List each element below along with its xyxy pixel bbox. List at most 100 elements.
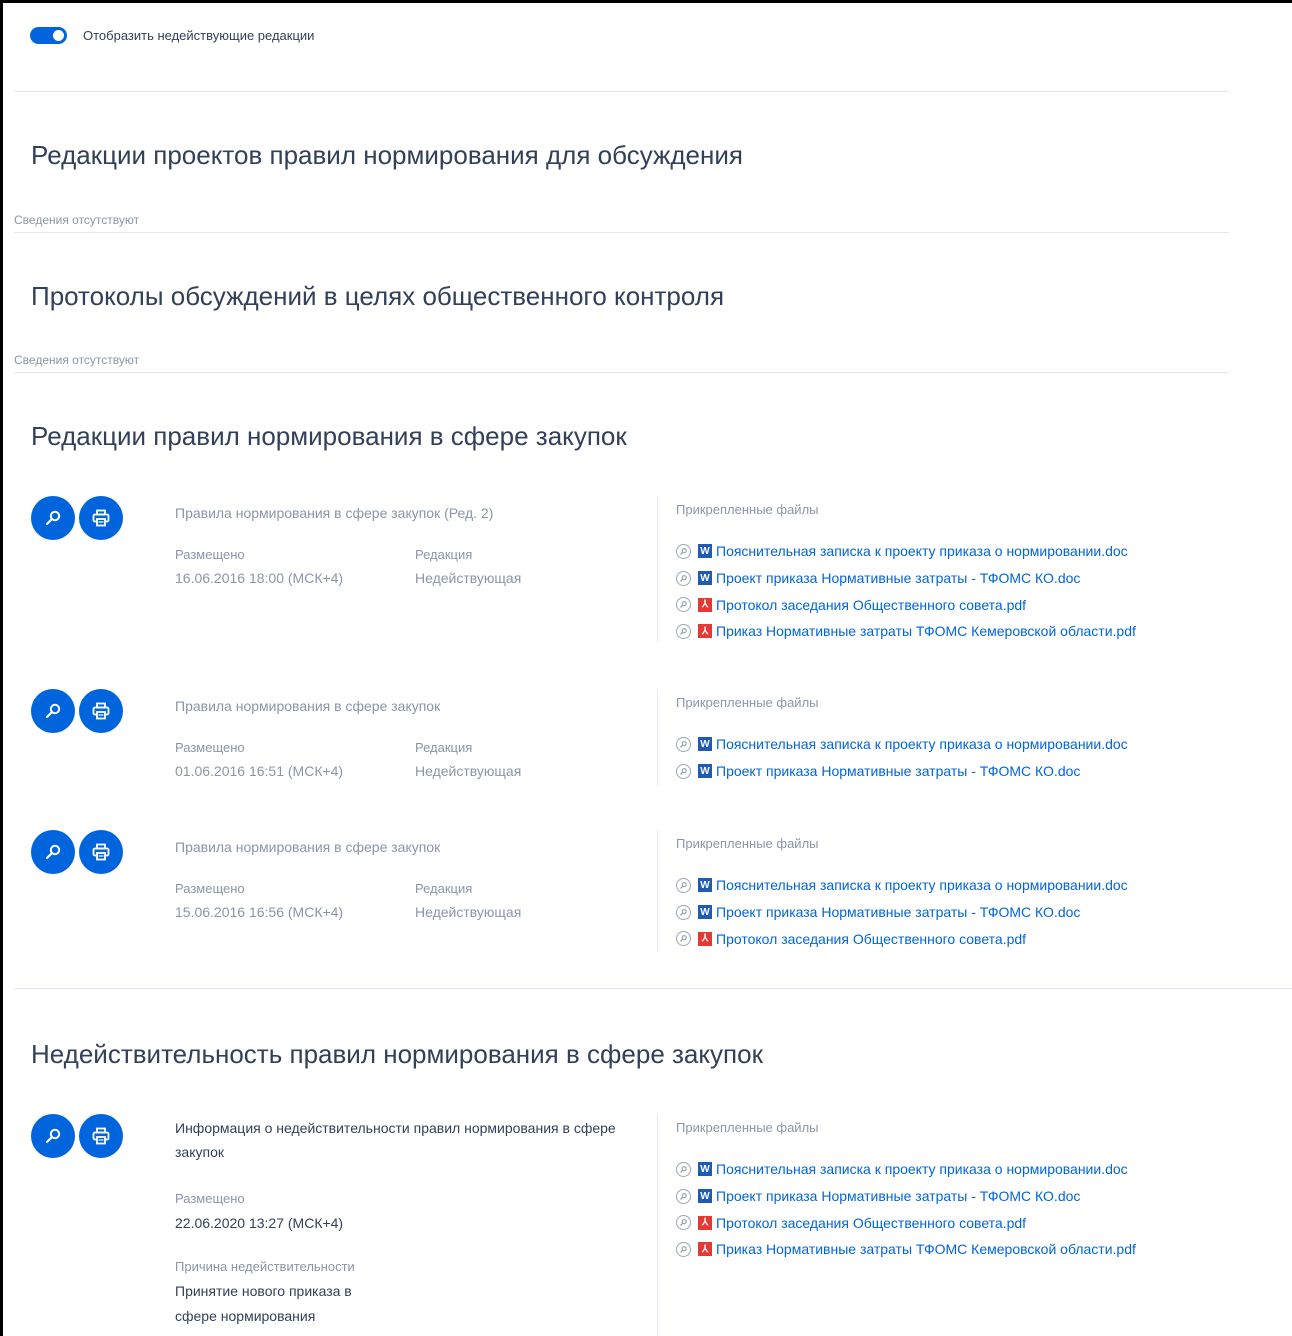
file-item: W Проект приказа Нормативные затраты - Т… bbox=[676, 758, 1128, 785]
signature-check-icon[interactable] bbox=[676, 1188, 691, 1204]
file-item: W Проект приказа Нормативные затраты - Т… bbox=[676, 565, 1136, 592]
file-item: W Проект приказа Нормативные затраты - Т… bbox=[676, 1183, 1136, 1210]
print-button[interactable] bbox=[79, 689, 123, 733]
signature-check-icon[interactable] bbox=[676, 543, 691, 559]
file-item: ⅄ Приказ Нормативные затраты ТФОМС Кемер… bbox=[676, 1236, 1136, 1263]
file-link[interactable]: Протокол заседания Общественного совета.… bbox=[716, 1215, 1026, 1231]
file-link[interactable]: Приказ Нормативные затраты ТФОМС Кемеров… bbox=[716, 1241, 1136, 1257]
pdf-file-icon: ⅄ bbox=[698, 624, 712, 639]
word-file-icon: W bbox=[698, 764, 712, 779]
signature-check-icon[interactable] bbox=[676, 931, 691, 947]
divider bbox=[14, 988, 1292, 989]
posted-value: 16.06.2016 18:00 (МСК+4) bbox=[175, 570, 344, 586]
printer-icon bbox=[92, 509, 110, 527]
file-item: ⅄ Протокол заседания Общественного совет… bbox=[676, 925, 1128, 952]
file-link[interactable]: Пояснительная записка к проекту приказа … bbox=[716, 1161, 1128, 1177]
file-item: W Пояснительная записка к проекту приказ… bbox=[676, 1156, 1136, 1183]
signature-check-icon[interactable] bbox=[676, 1161, 691, 1177]
view-button[interactable] bbox=[31, 496, 75, 540]
word-file-icon: W bbox=[698, 1162, 712, 1177]
file-link[interactable]: Проект приказа Нормативные затраты - ТФО… bbox=[716, 763, 1080, 779]
toggle-knob bbox=[53, 30, 64, 41]
word-file-icon: W bbox=[698, 544, 712, 559]
word-file-icon: W bbox=[698, 1189, 712, 1204]
printer-icon bbox=[92, 1127, 110, 1145]
show-inactive-toggle-row: Отобразить недействующие редакции bbox=[30, 27, 314, 44]
reason-label: Причина недействительности bbox=[175, 1259, 355, 1274]
word-file-icon: W bbox=[698, 905, 712, 920]
view-button[interactable] bbox=[31, 830, 75, 874]
section-title-drafts: Редакции проектов правил нормирования дл… bbox=[31, 140, 743, 170]
signature-check-icon[interactable] bbox=[676, 1215, 691, 1231]
edition-value: Недействующая bbox=[415, 904, 522, 920]
empty-note-drafts: Сведения отсутствуют bbox=[14, 213, 140, 227]
file-link[interactable]: Проект приказа Нормативные затраты - ТФО… bbox=[716, 570, 1080, 586]
word-file-icon: W bbox=[698, 878, 712, 893]
attached-files-label: Прикрепленные файлы bbox=[676, 836, 819, 851]
pdf-file-icon: ⅄ bbox=[698, 1215, 712, 1230]
signature-check-icon[interactable] bbox=[676, 904, 691, 920]
view-button[interactable] bbox=[31, 1114, 75, 1158]
signature-check-icon[interactable] bbox=[676, 763, 691, 779]
record-title: Правила нормирования в сфере закупок bbox=[175, 698, 441, 714]
edition-value: Недействующая bbox=[415, 570, 522, 586]
printer-icon bbox=[92, 843, 110, 861]
edition-value: Недействующая bbox=[415, 763, 522, 779]
show-inactive-toggle[interactable] bbox=[30, 27, 67, 44]
attached-files-label: Прикрепленные файлы bbox=[676, 502, 819, 517]
record-title: Информация о недействительности правил н… bbox=[175, 1120, 616, 1160]
attached-files-label: Прикрепленные файлы bbox=[676, 1120, 819, 1135]
divider bbox=[14, 372, 1229, 373]
file-link[interactable]: Протокол заседания Общественного совета.… bbox=[716, 931, 1026, 947]
vertical-divider bbox=[657, 689, 658, 786]
file-item: ⅄ Протокол заседания Общественного совет… bbox=[676, 1209, 1136, 1236]
word-file-icon: W bbox=[698, 571, 712, 586]
signature-check-icon[interactable] bbox=[676, 597, 691, 613]
pdf-file-icon: ⅄ bbox=[698, 931, 712, 946]
vertical-divider bbox=[657, 1114, 658, 1336]
posted-value: 22.06.2020 13:27 (МСК+4) bbox=[175, 1215, 344, 1231]
signature-check-icon[interactable] bbox=[676, 570, 691, 586]
posted-value: 01.06.2016 16:51 (МСК+4) bbox=[175, 763, 344, 779]
file-link[interactable]: Проект приказа Нормативные затраты - ТФО… bbox=[716, 1188, 1080, 1204]
print-button[interactable] bbox=[79, 830, 123, 874]
posted-label: Размещено bbox=[175, 1191, 245, 1206]
file-link[interactable]: Пояснительная записка к проекту приказа … bbox=[716, 543, 1128, 559]
print-button[interactable] bbox=[79, 496, 123, 540]
signature-check-icon[interactable] bbox=[676, 736, 691, 752]
signature-check-icon[interactable] bbox=[676, 623, 691, 639]
record-title: Правила нормирования в сфере закупок bbox=[175, 839, 441, 855]
section-title-invalidity: Недействительность правил нормирования в… bbox=[31, 1039, 763, 1069]
file-link[interactable]: Пояснительная записка к проекту приказа … bbox=[716, 736, 1128, 752]
file-list: W Пояснительная записка к проекту приказ… bbox=[676, 872, 1128, 952]
word-file-icon: W bbox=[698, 737, 712, 752]
posted-label: Размещено bbox=[175, 740, 245, 755]
edition-label: Редакция bbox=[415, 740, 473, 755]
file-item: W Пояснительная записка к проекту приказ… bbox=[676, 872, 1128, 899]
edition-label: Редакция bbox=[415, 547, 473, 562]
reason-value-line2: сфере нормирования bbox=[175, 1308, 316, 1324]
file-list: W Пояснительная записка к проекту приказ… bbox=[676, 538, 1136, 645]
file-item: W Проект приказа Нормативные затраты - Т… bbox=[676, 899, 1128, 926]
file-link[interactable]: Проект приказа Нормативные затраты - ТФО… bbox=[716, 904, 1080, 920]
vertical-divider bbox=[657, 830, 658, 952]
posted-label: Размещено bbox=[175, 881, 245, 896]
file-item: W Пояснительная записка к проекту приказ… bbox=[676, 538, 1136, 565]
file-link[interactable]: Пояснительная записка к проекту приказа … bbox=[716, 877, 1128, 893]
search-key-icon bbox=[45, 1128, 61, 1144]
file-link[interactable]: Приказ Нормативные затраты ТФОМС Кемеров… bbox=[716, 623, 1136, 639]
posted-label: Размещено bbox=[175, 547, 245, 562]
record-title: Правила нормирования в сфере закупок (Ре… bbox=[175, 505, 494, 521]
signature-check-icon[interactable] bbox=[676, 877, 691, 893]
file-item: W Пояснительная записка к проекту приказ… bbox=[676, 731, 1128, 758]
edition-label: Редакция bbox=[415, 881, 473, 896]
view-button[interactable] bbox=[31, 689, 75, 733]
posted-value: 15.06.2016 16:56 (МСК+4) bbox=[175, 904, 344, 920]
file-link[interactable]: Протокол заседания Общественного совета.… bbox=[716, 597, 1026, 613]
file-list: W Пояснительная записка к проекту приказ… bbox=[676, 1156, 1136, 1263]
divider bbox=[14, 91, 1229, 92]
search-key-icon bbox=[45, 703, 61, 719]
signature-check-icon[interactable] bbox=[676, 1241, 691, 1257]
vertical-divider bbox=[657, 496, 658, 642]
print-button[interactable] bbox=[79, 1114, 123, 1158]
